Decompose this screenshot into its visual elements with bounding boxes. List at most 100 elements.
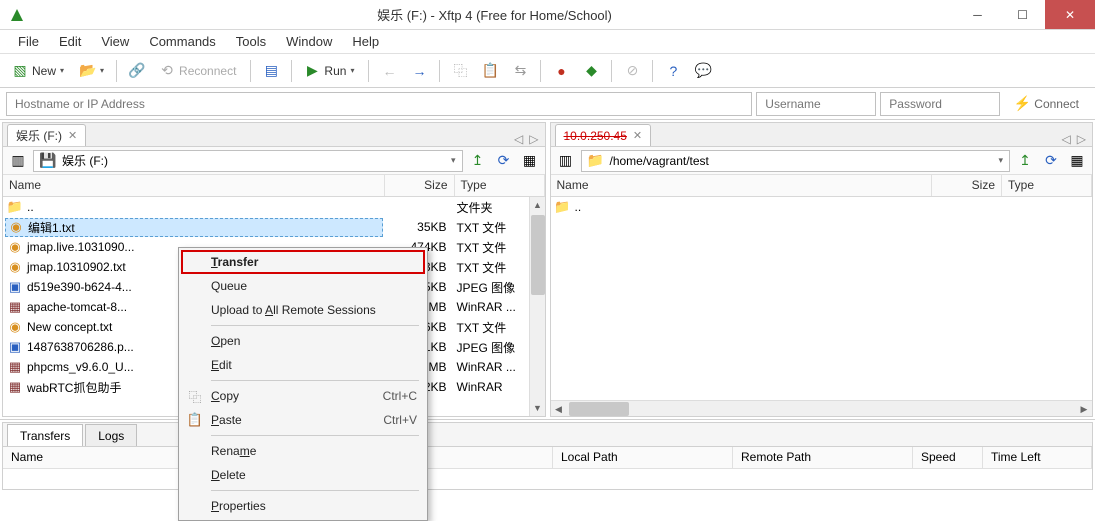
remote-pathbar: ▥ 📁 /home/vagrant/test ▾ ↥ ⟳ ▦	[551, 147, 1093, 175]
stop-button[interactable]: ⊘	[618, 58, 646, 84]
scroll-left-icon[interactable]: ◀	[551, 401, 567, 417]
history-button[interactable]: ▥	[555, 150, 577, 172]
refresh-button[interactable]: ⟳	[493, 150, 515, 172]
tab-prev-icon[interactable]: ◁	[1062, 132, 1071, 146]
new-label: New	[32, 64, 56, 78]
col-name[interactable]: Name	[551, 175, 933, 196]
ctx-properties[interactable]: Properties	[181, 494, 425, 518]
ctx-delete[interactable]: Delete	[181, 463, 425, 487]
remote-tab[interactable]: 10.0.250.45 ✕	[555, 124, 652, 146]
remote-path-input[interactable]: 📁 /home/vagrant/test ▾	[581, 150, 1011, 172]
up-button[interactable]: ↥	[467, 150, 489, 172]
ctx-open[interactable]: Open	[181, 329, 425, 353]
username-input[interactable]	[756, 92, 876, 116]
view-icon: ▦	[522, 153, 538, 169]
col-speed[interactable]: Speed	[913, 447, 983, 468]
close-button[interactable]: ✕	[1045, 0, 1095, 29]
scroll-right-icon[interactable]: ▶	[1076, 401, 1092, 417]
folder-icon: 📁	[555, 199, 571, 215]
archive-file-icon: ▦	[7, 299, 23, 315]
refresh-button[interactable]: ⟳	[1040, 150, 1062, 172]
tab-next-icon[interactable]: ▷	[529, 132, 538, 146]
nav-forward-button[interactable]: →	[405, 58, 433, 84]
shield-button[interactable]: ◆	[577, 58, 605, 84]
ctx-paste[interactable]: 📋 Paste Ctrl+V	[181, 408, 425, 432]
reconnect-button[interactable]: ⟲ Reconnect	[153, 58, 244, 84]
tab-transfers[interactable]: Transfers	[7, 424, 83, 446]
copy-icon: ⿻	[187, 388, 203, 404]
col-local[interactable]: Local Path	[553, 447, 733, 468]
scroll-up-icon[interactable]: ▲	[530, 197, 545, 213]
copy-button[interactable]: ⿻	[446, 58, 474, 84]
vertical-scrollbar[interactable]: ▲ ▼	[529, 197, 545, 416]
list-item[interactable]: 📁..文件夹	[3, 197, 545, 217]
col-remote[interactable]: Remote Path	[733, 447, 913, 468]
scroll-thumb[interactable]	[569, 402, 629, 416]
maximize-button[interactable]: ☐	[1000, 0, 1045, 29]
file-name: 编辑1.txt	[28, 219, 75, 236]
ctx-transfer[interactable]: Transfer	[181, 250, 425, 274]
local-path-input[interactable]: 💾 娱乐 (F:) ▾	[33, 150, 463, 172]
close-icon[interactable]: ✕	[633, 129, 642, 142]
ctx-label: Queue	[211, 279, 247, 293]
tab-prev-icon[interactable]: ◁	[514, 132, 523, 146]
col-type[interactable]: Type	[1002, 175, 1092, 196]
list-item[interactable]: ◉编辑1.txt35KBTXT 文件	[3, 217, 545, 237]
separator	[291, 60, 292, 82]
scroll-down-icon[interactable]: ▼	[530, 400, 545, 416]
sync-button[interactable]: ⇆	[506, 58, 534, 84]
tab-nav: ◁ ▷	[1062, 132, 1086, 146]
col-name[interactable]: Name	[3, 175, 385, 196]
toolbar: ▧ New ▾ 📂▾ 🔗 ⟲ Reconnect ▤ ▶ Run ▾ ← → ⿻…	[0, 54, 1095, 88]
col-time[interactable]: Time Left	[983, 447, 1092, 468]
about-button[interactable]: 💬	[689, 58, 717, 84]
open-button[interactable]: 📂▾	[74, 58, 110, 84]
properties-button[interactable]: ▤	[257, 58, 285, 84]
col-size[interactable]: Size	[932, 175, 1002, 196]
nav-back-button[interactable]: ←	[375, 58, 403, 84]
close-icon[interactable]: ✕	[68, 129, 77, 142]
caret-icon: ▾	[350, 66, 354, 75]
view-button[interactable]: ▦	[519, 150, 541, 172]
stop-icon: ⊘	[624, 63, 640, 79]
menu-help[interactable]: Help	[342, 31, 389, 52]
host-input[interactable]	[6, 92, 752, 116]
menu-edit[interactable]: Edit	[49, 31, 91, 52]
local-tab[interactable]: 娱乐 (F:) ✕	[7, 124, 86, 146]
help-button[interactable]: ?	[659, 58, 687, 84]
remote-pane: 10.0.250.45 ✕ ◁ ▷ ▥ 📁 /home/vagrant/test…	[550, 122, 1094, 417]
ctx-label: Paste	[211, 413, 242, 427]
ctx-rename[interactable]: Rename	[181, 439, 425, 463]
history-button[interactable]: ▥	[7, 150, 29, 172]
scroll-thumb[interactable]	[531, 215, 545, 295]
ctx-queue[interactable]: Queue	[181, 274, 425, 298]
globe-button[interactable]: ●	[547, 58, 575, 84]
run-button[interactable]: ▶ Run ▾	[298, 58, 362, 84]
password-input[interactable]	[880, 92, 1000, 116]
col-size[interactable]: Size	[385, 175, 455, 196]
new-button[interactable]: ▧ New ▾	[6, 58, 72, 84]
ctx-upload-all[interactable]: Upload to All Remote Sessions	[181, 298, 425, 322]
connect-button[interactable]: ⚡ Connect	[1004, 92, 1089, 116]
minimize-button[interactable]: ─	[955, 0, 1000, 29]
tab-next-icon[interactable]: ▷	[1077, 132, 1086, 146]
view-button[interactable]: ▦	[1066, 150, 1088, 172]
transfers-panel: Transfers Logs Name Size Local Path Remo…	[2, 422, 1093, 490]
tab-logs[interactable]: Logs	[85, 424, 137, 446]
menu-tools[interactable]: Tools	[226, 31, 276, 52]
view-icon: ▦	[1069, 153, 1085, 169]
separator	[211, 325, 419, 326]
col-type[interactable]: Type	[455, 175, 545, 196]
ctx-edit[interactable]: Edit	[181, 353, 425, 377]
menu-view[interactable]: View	[91, 31, 139, 52]
menu-window[interactable]: Window	[276, 31, 342, 52]
up-button[interactable]: ↥	[1014, 150, 1036, 172]
path-text: /home/vagrant/test	[610, 154, 709, 168]
list-item[interactable]: 📁..	[551, 197, 1093, 217]
menu-commands[interactable]: Commands	[139, 31, 225, 52]
ctx-copy[interactable]: ⿻ Copy Ctrl+C	[181, 384, 425, 408]
horizontal-scrollbar[interactable]: ◀ ▶	[551, 400, 1093, 416]
paste-button[interactable]: 📋	[476, 58, 504, 84]
link-button[interactable]: 🔗	[123, 58, 151, 84]
menu-file[interactable]: File	[8, 31, 49, 52]
